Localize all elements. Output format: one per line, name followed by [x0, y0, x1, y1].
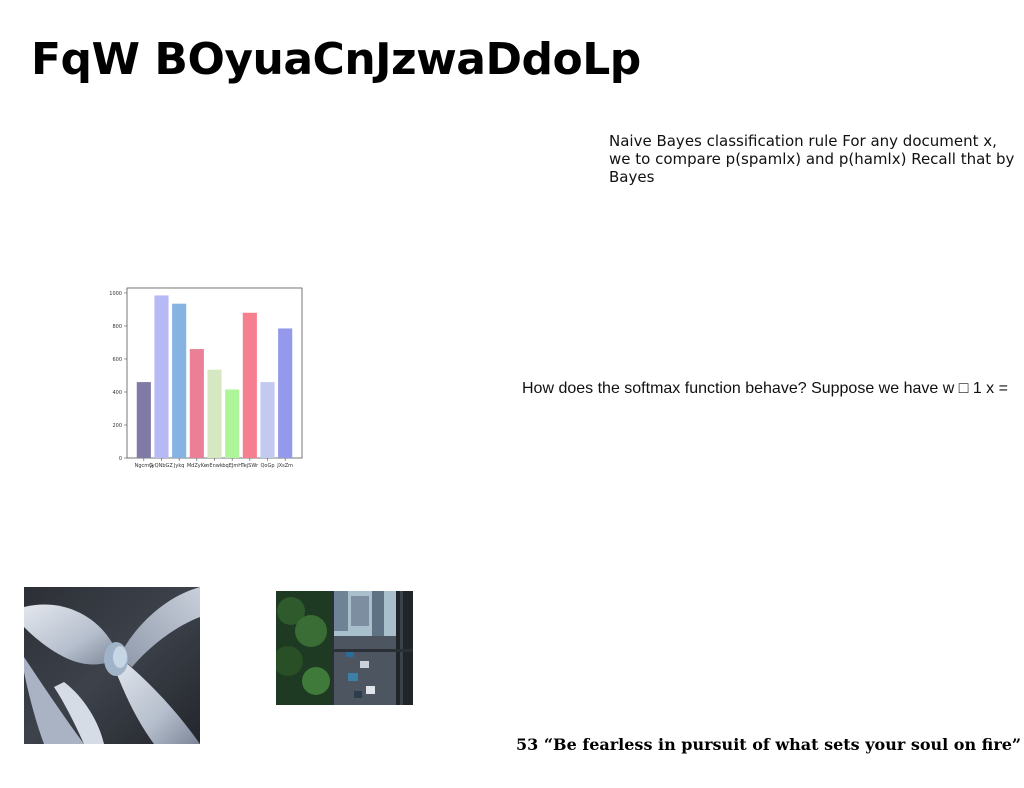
x-tick-label: MdZyKe	[187, 463, 207, 469]
y-tick-label: 0	[119, 456, 122, 462]
bar-TejSWr	[242, 312, 257, 458]
x-tick-label: Jykq	[173, 463, 185, 469]
softmax-paragraph: How does the softmax function behave? Su…	[522, 380, 1008, 397]
y-tick-label: 800	[112, 324, 122, 330]
bar-JyQNbGZ	[154, 295, 169, 458]
quote-text: 53 “Be fearless in pursuit of what sets …	[516, 735, 1022, 754]
bar-nEnwk	[207, 369, 222, 458]
y-tick-label: 400	[112, 390, 122, 396]
y-tick-label: 200	[112, 423, 122, 429]
x-tick-label: QoGp	[260, 463, 274, 469]
bar-Jykq	[172, 303, 187, 458]
y-axis: 0 200 400 600 800 1000	[109, 291, 127, 462]
page-title: FqW BOyuaCnJzwaDdoLp	[31, 34, 641, 85]
bar-JXsZm	[278, 328, 293, 458]
x-tick-label: nEnwk	[206, 463, 223, 469]
x-tick-label: TejSWr	[241, 463, 260, 469]
y-tick-label: 600	[112, 357, 122, 363]
bar-chart: 0 200 400 600 800 1000 NgcmGJyQNbGZ Jykq MdZyKe…	[109, 287, 303, 469]
bar-NgcmG	[136, 382, 151, 458]
city-window-image	[276, 591, 413, 705]
x-tick-label: JyQNbGZ	[149, 463, 173, 469]
x-tick-label: JXsZm	[276, 463, 293, 469]
abstract-blade-image	[24, 587, 200, 744]
y-tick-label: 1000	[109, 291, 122, 297]
naive-bayes-paragraph: Naive Bayes classification rule For any …	[609, 132, 1015, 186]
x-tick-label: bqEJmH	[222, 463, 242, 469]
x-axis-labels: NgcmGJyQNbGZ Jykq MdZyKe nEnwk bqEJmH TejSWr Q…	[135, 458, 293, 469]
bar-bqEJmH	[225, 389, 240, 458]
bar-MdZyKe	[189, 349, 204, 458]
bar-QoGp	[260, 382, 275, 458]
